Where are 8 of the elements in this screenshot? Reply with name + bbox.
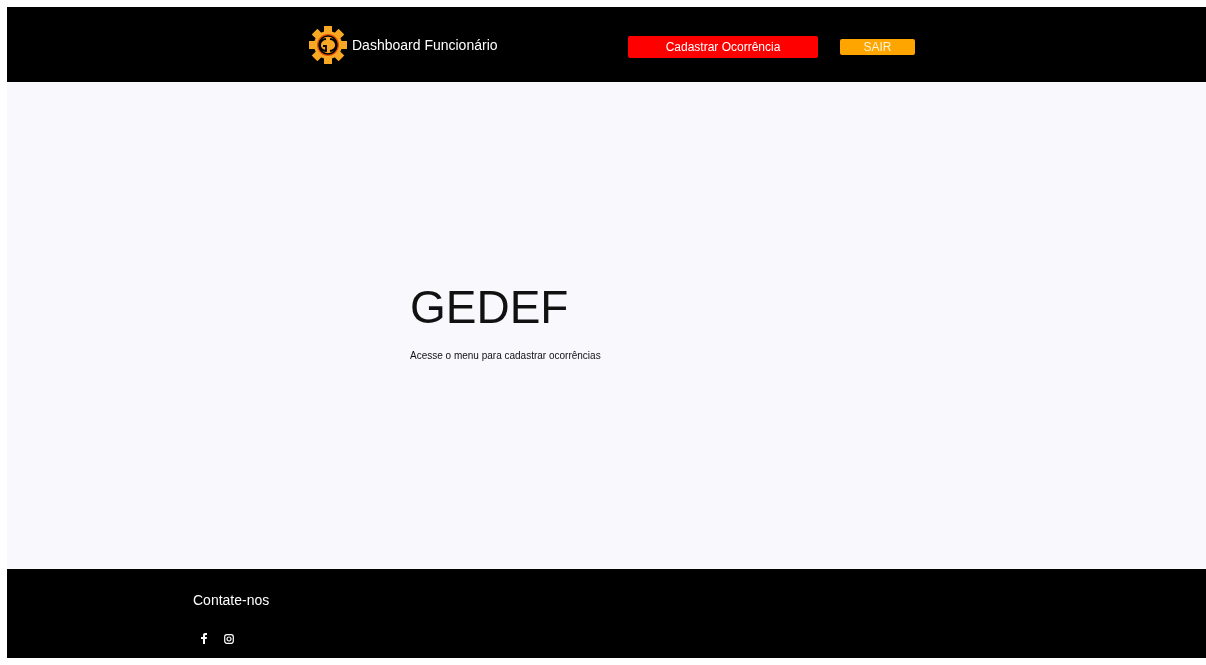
facebook-icon[interactable] bbox=[201, 633, 207, 644]
register-button[interactable]: Cadastrar Ocorrência bbox=[628, 35, 818, 58]
dashboard-title: Dashboard Funcionário bbox=[352, 36, 498, 53]
instagram-icon[interactable] bbox=[224, 633, 234, 644]
footer-title: Contate-nos bbox=[193, 592, 270, 608]
page-heading: GEDEF bbox=[410, 280, 570, 334]
gear-logo-icon bbox=[308, 24, 348, 65]
intro-text: Acesse o menu para cadastrar ocorrências bbox=[410, 350, 601, 361]
